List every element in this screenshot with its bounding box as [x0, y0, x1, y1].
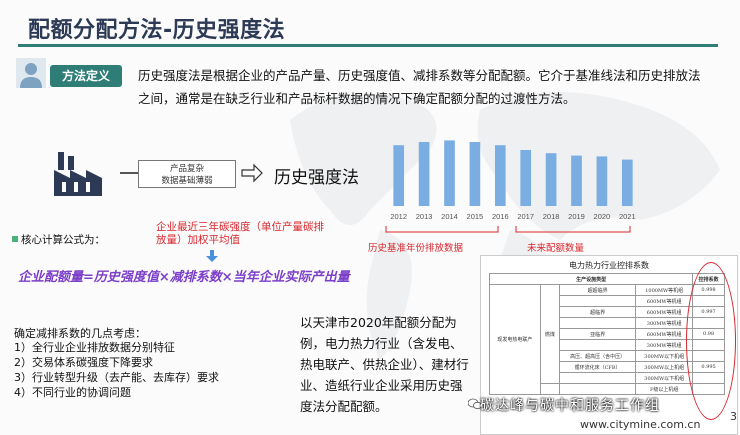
x-tick-label: 2021	[619, 212, 636, 221]
bar-2019	[571, 155, 582, 206]
bar-2015	[469, 142, 481, 206]
method-definition-badge: 方法定义	[50, 65, 122, 87]
table-cell-sub: 超超临界	[558, 284, 637, 296]
watermark-url: www.citymine.com.cn	[580, 418, 701, 431]
formula-note: 企业最近三年碳强度（单位产量碳排放量）加权平均值	[156, 221, 324, 246]
table-title: 电力热力行业控排系数	[569, 261, 649, 270]
table-cell-sub	[558, 317, 637, 329]
factors-list: 1）全行业企业排放数据分别特征 2）交易体系碳强度下降要求 3）行业转型升级（去…	[14, 340, 219, 400]
factor-item: 3）行业转型升级（去产能、去库存）要求	[14, 371, 219, 384]
title-underline	[18, 44, 718, 47]
right-arrow-icon	[241, 163, 263, 183]
table-cell	[539, 383, 560, 395]
factor-item: 1）全行业企业排放数据分别特征	[14, 341, 175, 354]
x-tick-label: 2019	[568, 212, 585, 221]
chart-brackets	[385, 226, 631, 233]
x-tick-label: 2018	[543, 212, 560, 221]
bar-2014	[444, 140, 455, 206]
table-row: 现发电热电联产 燃煤 超超临界 1000MW等机组 0.998	[489, 284, 725, 395]
table-cell-spec: 600MW等机组	[635, 328, 694, 340]
chart-label-history: 历史基准年份排放数据	[368, 243, 464, 254]
table-cell-sub: 循环流化床（CFB）	[558, 361, 637, 373]
down-arrow-icon	[206, 250, 218, 262]
table-cell-sub	[558, 295, 637, 307]
slide-title: 配额分配方法-历史强度法	[28, 18, 286, 43]
table-cell-sub: 亚临界	[558, 328, 637, 340]
factor-item: 4）不同行业的协调问题	[14, 386, 131, 399]
table-cell-spec: 300MW以上机组	[635, 361, 694, 373]
table-cell-sub	[558, 339, 637, 351]
x-tick-label: 2015	[467, 212, 484, 221]
condition-line-2: 数据基础薄弱	[161, 176, 213, 186]
page-number: 3	[730, 410, 737, 423]
x-tick-label: 2013	[416, 212, 433, 221]
historical-bar-chart: 2012 2013 2014 2015 2016 2017 2018 2019 2020 2021	[390, 140, 636, 221]
table-cell-spec: F级以上机组	[635, 383, 694, 395]
tianjin-example-text: 以天津市2020年配额分配为例，电力热力行业（含发电、热电联产、供热企业）、建材…	[300, 315, 469, 414]
condition-line-1: 产品复杂	[169, 164, 204, 174]
definition-text: 历史强度法是根据企业的产品产量、历史强度值、减排系数等分配配额。它介于基准线法和…	[138, 68, 701, 106]
bar-2012	[393, 145, 405, 206]
bar-2013	[418, 142, 430, 206]
highlight-oval	[686, 262, 736, 420]
x-tick-label: 2014	[441, 212, 458, 221]
table-cell-sub	[558, 372, 637, 384]
x-tick-label: 2016	[492, 212, 509, 221]
x-tick-label: 2020	[594, 212, 611, 221]
slide: 配额分配方法-历史强度法 方法定义 历史强度法是根据企业的产品产量、历史强度值、…	[0, 0, 740, 435]
x-tick-label: 2017	[517, 212, 534, 221]
bar-2018	[545, 153, 557, 206]
bar-2016	[494, 145, 506, 206]
condition-box: 产品复杂 数据基础薄弱	[138, 160, 236, 188]
table-fuel-cell: 燃煤	[539, 284, 560, 384]
bar-2021	[621, 159, 633, 206]
bar-2017	[520, 150, 532, 206]
method-name: 历史强度法	[274, 168, 359, 188]
chart-label-future: 未来配额数量	[527, 243, 585, 254]
table-group-cell: 现发电热电联产	[489, 284, 541, 395]
table-cell-sub	[558, 383, 637, 395]
person-icon	[16, 58, 46, 88]
x-tick-label: 2012	[390, 212, 407, 221]
table-cell-sub: 高压、超高压（含中压）	[558, 350, 637, 362]
table-header-type: 生产设施类型	[488, 273, 694, 285]
table-cell-spec: 1000MW等机组	[635, 284, 694, 296]
table-cell-spec: 600MW等机组	[635, 306, 694, 318]
table-cell-spec: 600MW等机组	[635, 295, 694, 307]
table-cell-spec: 300MW以下机组	[635, 372, 694, 384]
bar-2020	[596, 156, 608, 206]
watermark-account-name: 碳达峰与碳中和服务工作组	[480, 398, 660, 414]
allocation-formula: 企业配额量=历史强度值×减排系数×当年企业实际产出量	[18, 270, 350, 285]
table-cell-spec: 300MW等机组	[635, 339, 694, 351]
connector-line	[120, 172, 138, 174]
table-cell-sub: 超临界	[558, 306, 637, 318]
table-cell-spec: 300MW等机组	[635, 317, 694, 329]
table-cell-spec: 300MW以下机组	[635, 350, 694, 362]
factors-title: 确定减排系数的几点考虑：	[14, 327, 146, 340]
bullet-dot	[12, 236, 18, 242]
factory-icon	[54, 152, 102, 196]
factor-item: 2）交易体系碳强度下降要求	[14, 356, 153, 369]
core-formula-label: 核心计算公式为：	[12, 232, 105, 247]
